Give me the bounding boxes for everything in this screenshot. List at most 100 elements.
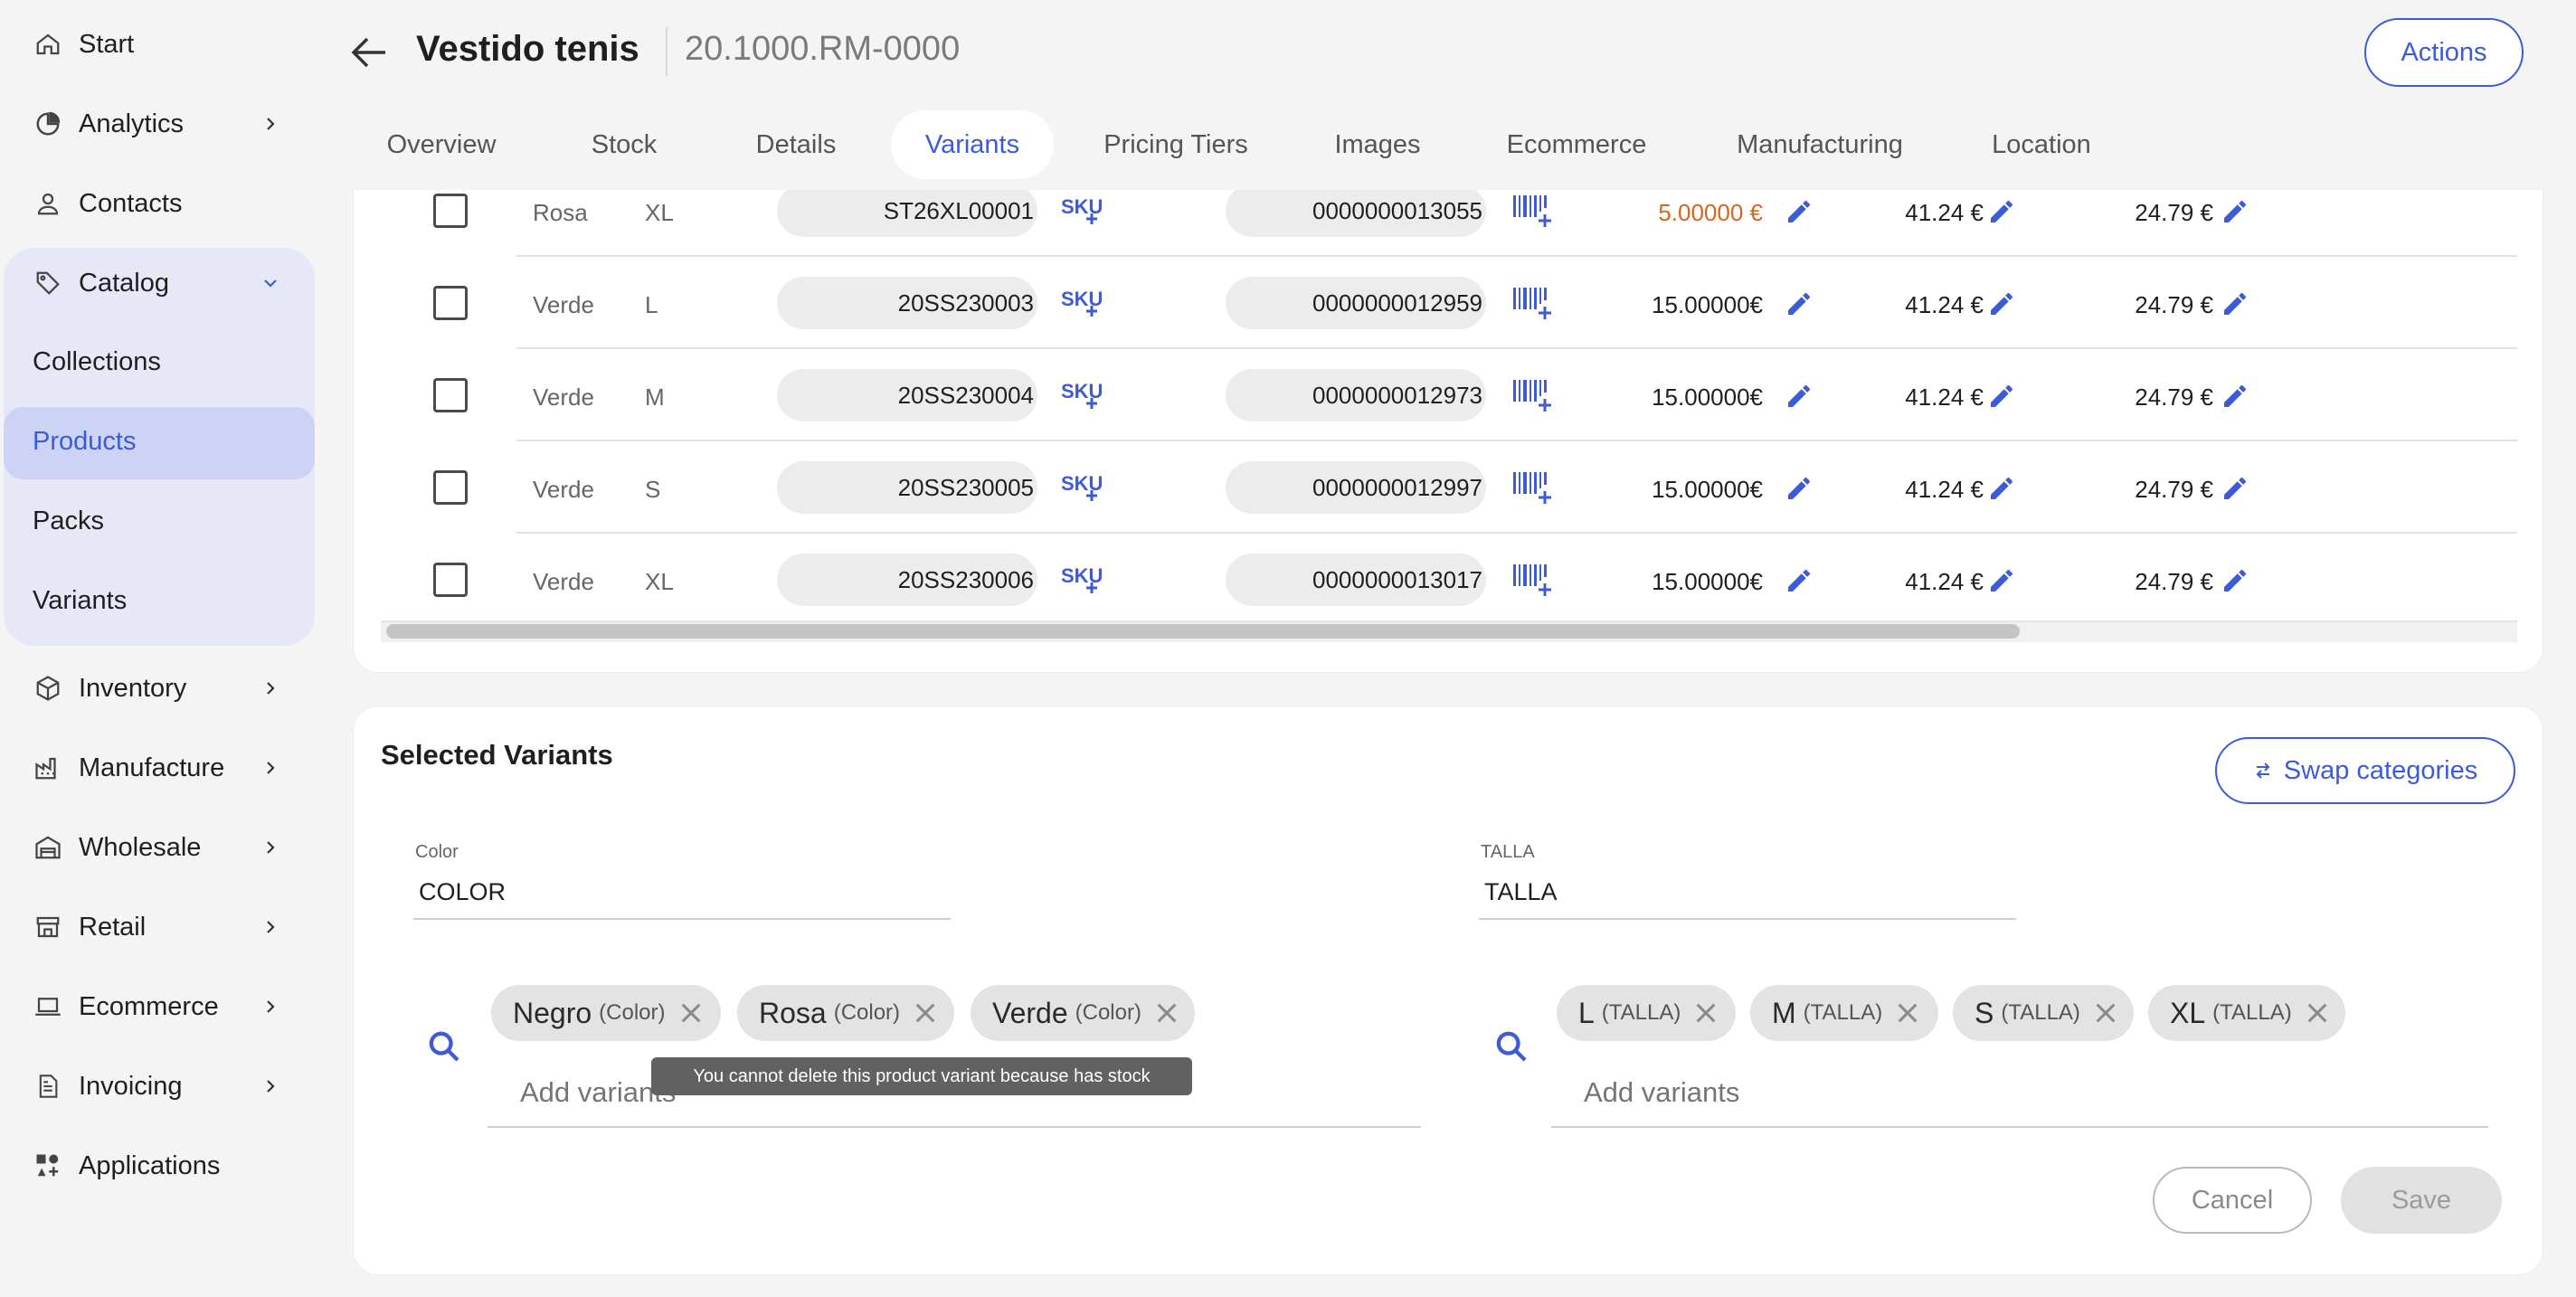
- search-icon[interactable]: [1493, 1028, 1530, 1065]
- chip-category: (TALLA): [1601, 1000, 1681, 1025]
- generate-sku-icon[interactable]: SKU: [1061, 192, 1106, 228]
- chevron-right-icon: [260, 758, 280, 778]
- sku-field[interactable]: 20SS230003: [777, 277, 1037, 329]
- variant-size: L: [645, 291, 658, 318]
- row-checkbox[interactable]: [433, 378, 468, 412]
- sidebar-item-label: Analytics: [79, 109, 185, 138]
- tab-stock[interactable]: Stock: [561, 110, 687, 179]
- sidebar-item-catalog[interactable]: Catalog: [0, 246, 326, 320]
- tab-ecommerce[interactable]: Ecommerce: [1483, 110, 1670, 179]
- sidebar-item-products[interactable]: Products: [33, 427, 136, 457]
- color-field[interactable]: COLOR: [419, 878, 506, 906]
- edit-cost-icon[interactable]: [1987, 197, 2016, 226]
- color-field-underline: [413, 918, 951, 920]
- edit-retail-icon[interactable]: [2221, 289, 2249, 318]
- search-icon[interactable]: [426, 1028, 462, 1065]
- edit-retail-icon[interactable]: [2221, 197, 2249, 226]
- sidebar-item-variants[interactable]: Variants: [33, 586, 127, 616]
- variant-retail-price: 24.79 €: [2135, 568, 2213, 595]
- cancel-button[interactable]: Cancel: [2153, 1167, 2312, 1234]
- generate-barcode-icon[interactable]: [1513, 469, 1553, 505]
- tab-details[interactable]: Details: [733, 110, 859, 179]
- generate-sku-icon[interactable]: SKU: [1061, 376, 1106, 412]
- sidebar-item-applications[interactable]: Applications: [0, 1129, 326, 1203]
- generate-barcode-icon[interactable]: [1513, 561, 1553, 597]
- variant-size: M: [645, 383, 665, 411]
- edit-price-icon[interactable]: [1785, 382, 1814, 411]
- barcode-field[interactable]: 0000000012997: [1226, 461, 1486, 514]
- edit-price-icon[interactable]: [1785, 289, 1814, 318]
- chip-value: L: [1578, 996, 1595, 1029]
- barcode-field[interactable]: 0000000013017: [1226, 554, 1486, 606]
- row-checkbox[interactable]: [433, 286, 468, 320]
- barcode-field[interactable]: 0000000012973: [1226, 369, 1486, 421]
- row-checkbox[interactable]: [433, 194, 468, 228]
- sidebar-item-start[interactable]: Start: [0, 7, 326, 81]
- talla-field-underline: [1479, 918, 2016, 920]
- edit-cost-icon[interactable]: [1987, 382, 2016, 411]
- tab-variants[interactable]: Variants: [891, 110, 1054, 179]
- barcode-field[interactable]: 0000000013055: [1226, 190, 1486, 237]
- tab-location[interactable]: Location: [1968, 110, 2115, 179]
- color-input-underline: [488, 1126, 1421, 1128]
- generate-barcode-icon[interactable]: [1513, 376, 1553, 412]
- document-icon: [33, 1071, 63, 1102]
- edit-retail-icon[interactable]: [2221, 382, 2249, 411]
- swap-categories-button[interactable]: Swap categories: [2215, 737, 2515, 804]
- edit-price-icon[interactable]: [1785, 197, 1814, 226]
- actions-button[interactable]: Actions: [2364, 18, 2524, 87]
- sku-field[interactable]: 20SS230004: [777, 369, 1037, 421]
- tab-manufacturing[interactable]: Manufacturing: [1711, 110, 1928, 179]
- generate-sku-icon[interactable]: SKU: [1061, 284, 1106, 320]
- save-button[interactable]: Save: [2341, 1167, 2502, 1234]
- sidebar-item-manufacture[interactable]: Manufacture: [0, 731, 326, 805]
- remove-chip-icon[interactable]: [1693, 1000, 1719, 1026]
- sidebar-item-wholesale[interactable]: Wholesale: [0, 810, 326, 885]
- remove-chip-icon[interactable]: [2093, 1000, 2118, 1026]
- barcode-field[interactable]: 0000000012959: [1226, 277, 1486, 329]
- back-arrow-icon[interactable]: [349, 34, 389, 71]
- talla-field[interactable]: TALLA: [1484, 878, 1558, 906]
- sidebar-item-ecommerce[interactable]: Ecommerce: [0, 970, 326, 1044]
- edit-price-icon[interactable]: [1785, 474, 1814, 503]
- variant-size: XL: [645, 199, 674, 226]
- generate-barcode-icon[interactable]: [1513, 192, 1553, 228]
- sidebar-item-packs[interactable]: Packs: [33, 506, 104, 536]
- remove-chip-icon[interactable]: [1895, 1000, 1920, 1026]
- tab-overview[interactable]: Overview: [362, 110, 521, 179]
- edit-cost-icon[interactable]: [1987, 289, 2016, 318]
- stock-warning-tooltip: You cannot delete this product variant b…: [651, 1057, 1192, 1095]
- remove-chip-icon[interactable]: [678, 1000, 704, 1026]
- edit-retail-icon[interactable]: [2221, 566, 2249, 595]
- edit-price-icon[interactable]: [1785, 566, 1814, 595]
- scrollbar-thumb[interactable]: [386, 624, 2020, 639]
- variant-retail-price: 24.79 €: [2135, 291, 2213, 318]
- generate-sku-icon[interactable]: SKU: [1061, 561, 1106, 597]
- sidebar-item-analytics[interactable]: Analytics: [0, 87, 326, 161]
- edit-retail-icon[interactable]: [2221, 474, 2249, 503]
- sku-field[interactable]: ST26XL00001: [777, 190, 1037, 237]
- sidebar-item-invoicing[interactable]: Invoicing: [0, 1049, 326, 1123]
- tab-pricing-tiers[interactable]: Pricing Tiers: [1085, 110, 1266, 179]
- variant-chip: S (TALLA): [1953, 985, 2134, 1041]
- sku-field[interactable]: 20SS230006: [777, 554, 1037, 606]
- edit-cost-icon[interactable]: [1987, 566, 2016, 595]
- sku-field[interactable]: 20SS230005: [777, 461, 1037, 514]
- generate-barcode-icon[interactable]: [1513, 284, 1553, 320]
- generate-sku-icon[interactable]: SKU: [1061, 469, 1106, 505]
- row-checkbox[interactable]: [433, 563, 468, 597]
- sidebar-item-inventory[interactable]: Inventory: [0, 651, 326, 725]
- sidebar-item-collections[interactable]: Collections: [33, 347, 161, 377]
- chip-value: M: [1772, 996, 1796, 1029]
- sidebar-item-retail[interactable]: Retail: [0, 890, 326, 964]
- edit-cost-icon[interactable]: [1987, 474, 2016, 503]
- sidebar-item-label: Wholesale: [79, 832, 202, 862]
- chip-category: (Color): [833, 1000, 901, 1025]
- sidebar-item-contacts[interactable]: Contacts: [0, 166, 326, 241]
- remove-chip-icon[interactable]: [913, 1000, 938, 1026]
- remove-chip-icon[interactable]: [1154, 1000, 1179, 1026]
- tab-images[interactable]: Images: [1307, 110, 1448, 179]
- remove-chip-icon[interactable]: [2305, 1000, 2330, 1026]
- row-checkbox[interactable]: [433, 470, 468, 505]
- add-talla-variants-input[interactable]: [1584, 1068, 2307, 1117]
